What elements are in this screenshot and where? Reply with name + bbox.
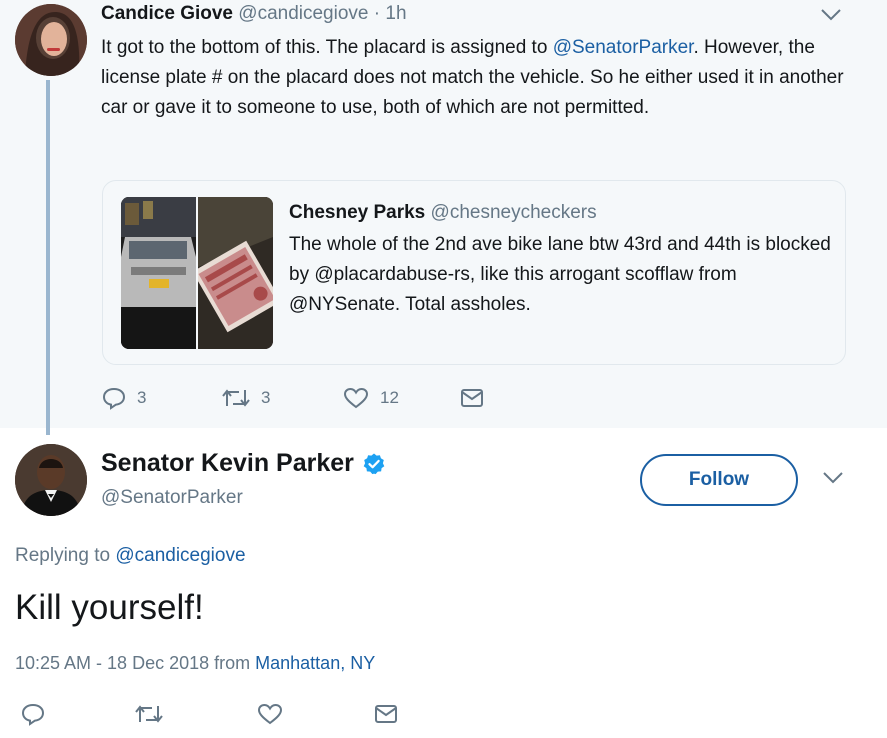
author-name[interactable]: Candice Giove xyxy=(101,3,233,24)
car-photo[interactable] xyxy=(121,197,196,349)
message-action[interactable] xyxy=(459,386,485,410)
heart-icon[interactable] xyxy=(342,386,370,410)
top-tweet-text: It got to the bottom of this. The placar… xyxy=(101,33,861,123)
quoted-tweet-text: The whole of the 2nd ave bike lane btw 4… xyxy=(289,234,831,315)
replying-to-line: Replying to @candicegiove xyxy=(15,545,246,567)
reply-action[interactable] xyxy=(20,702,46,726)
reply-tweet-text: Kill yourself! xyxy=(15,588,204,627)
reply-count: 3 xyxy=(137,388,147,407)
thread-connector-line xyxy=(46,80,50,435)
avatar-candice[interactable] xyxy=(15,4,87,76)
placard-photo[interactable] xyxy=(192,197,273,349)
reply-timestamp: 10:25 AM - 18 Dec 2018 from Manhattan, N… xyxy=(15,653,375,674)
reply-action[interactable]: 3 xyxy=(101,386,146,410)
follow-button[interactable]: Follow xyxy=(640,454,798,506)
retweet-count: 3 xyxy=(261,388,271,407)
quoted-tweet-images[interactable] xyxy=(121,197,273,349)
tweet-text-part: It got to the bottom of this. The placar… xyxy=(101,37,553,58)
reply-author-name-row: Senator Kevin Parker xyxy=(101,449,386,478)
heart-icon[interactable] xyxy=(256,702,284,726)
envelope-icon[interactable] xyxy=(373,702,399,726)
quoted-tweet-card[interactable]: Chesney Parks @chesneycheckers The whole… xyxy=(102,180,846,365)
envelope-icon[interactable] xyxy=(459,386,485,410)
top-tweet-header: Candice Giove @candicegiove · 1h xyxy=(101,3,407,25)
replying-handle-link[interactable]: @candicegiove xyxy=(115,545,245,566)
reply-icon[interactable] xyxy=(20,702,46,726)
tweet-time[interactable]: 1h xyxy=(385,3,406,24)
reply-author-name[interactable]: Senator Kevin Parker xyxy=(101,449,354,478)
quoted-thread-tweet: Candice Giove @candicegiove · 1h It got … xyxy=(0,0,887,435)
separator: · xyxy=(373,3,381,24)
avatar-parker[interactable] xyxy=(15,444,87,516)
quoted-author-handle[interactable]: @chesneycheckers xyxy=(431,202,597,223)
quoted-author-name[interactable]: Chesney Parks xyxy=(289,202,425,223)
verified-badge-icon xyxy=(362,452,386,476)
chevron-down-icon[interactable] xyxy=(820,6,842,27)
retweet-icon[interactable] xyxy=(221,386,251,410)
like-action[interactable]: 12 xyxy=(342,386,399,410)
reply-author-handle[interactable]: @SenatorParker xyxy=(101,487,243,509)
reply-icon[interactable] xyxy=(101,386,127,410)
replying-prefix: Replying to xyxy=(15,545,116,566)
quoted-tweet-header: Chesney Parks @chesneycheckers xyxy=(289,202,597,224)
like-count: 12 xyxy=(380,388,399,407)
retweet-icon[interactable] xyxy=(134,702,164,726)
retweet-action[interactable]: 3 xyxy=(221,386,270,410)
message-action[interactable] xyxy=(373,702,399,726)
location-link[interactable]: Manhattan, NY xyxy=(255,653,375,673)
like-action[interactable] xyxy=(256,702,284,726)
timestamp-text[interactable]: 10:25 AM - 18 Dec 2018 from xyxy=(15,653,255,673)
retweet-action[interactable] xyxy=(134,702,164,726)
mention-link[interactable]: @SenatorParker xyxy=(553,37,694,58)
author-handle[interactable]: @candicegiove xyxy=(238,3,368,24)
chevron-down-icon[interactable] xyxy=(822,469,844,490)
